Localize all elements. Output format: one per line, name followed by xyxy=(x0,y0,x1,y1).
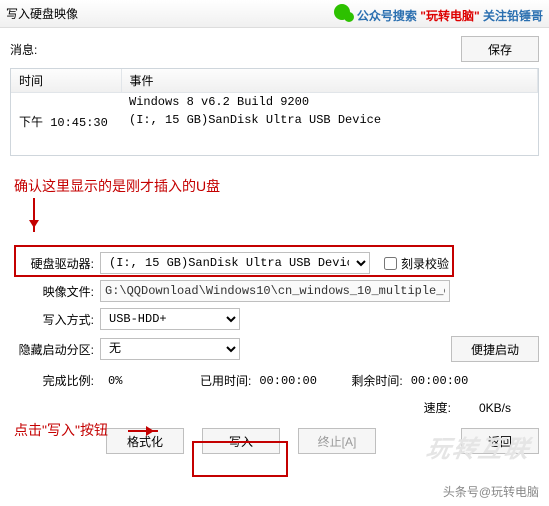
col-time: 时间 xyxy=(11,69,121,93)
col-event: 事件 xyxy=(121,69,538,93)
wechat-icon xyxy=(334,4,350,20)
annotation-confirm-usb: 确认这里显示的是刚才插入的U盘 xyxy=(14,176,220,196)
abort-button: 终止[A] xyxy=(298,428,376,454)
log-table: 时间 事件 Windows 8 v6.2 Build 9200 下午 10:45… xyxy=(10,68,539,156)
image-file-label: 映像文件: xyxy=(10,283,100,300)
arrow-right-icon xyxy=(128,430,158,432)
drive-select[interactable]: (I:, 15 GB)SanDisk Ultra USB Device xyxy=(100,252,370,274)
log-row: Windows 8 v6.2 Build 9200 xyxy=(11,93,538,112)
elapsed-value: 00:00:00 xyxy=(259,374,319,388)
drive-label: 硬盘驱动器: xyxy=(10,255,100,272)
write-mode-label: 写入方式: xyxy=(10,311,100,328)
portable-boot-button[interactable]: 便捷启动 xyxy=(451,336,539,362)
progress-done-label: 完成比例: xyxy=(10,372,100,389)
back-button[interactable]: 返回 xyxy=(461,428,539,454)
hidden-partition-select[interactable]: 无 xyxy=(100,338,240,360)
speed-value: 0KB/s xyxy=(479,401,539,415)
write-button[interactable]: 写入 xyxy=(202,428,280,454)
verify-checkbox-wrap[interactable]: 刻录校验 xyxy=(380,254,449,273)
progress-done-value: 0% xyxy=(108,374,168,388)
annotation-click-write: 点击"写入"按钮 xyxy=(14,420,108,440)
write-mode-select[interactable]: USB-HDD+ xyxy=(100,308,240,330)
remain-label: 剩余时间: xyxy=(351,372,402,389)
remain-value: 00:00:00 xyxy=(411,374,471,388)
arrow-down-icon xyxy=(33,198,35,232)
verify-checkbox[interactable] xyxy=(384,257,397,270)
elapsed-label: 已用时间: xyxy=(200,372,251,389)
verify-label: 刻录校验 xyxy=(401,255,449,272)
message-label: 消息: xyxy=(10,41,70,58)
hidden-partition-label: 隐藏启动分区: xyxy=(10,341,100,358)
image-file-input[interactable] xyxy=(100,280,450,302)
save-button[interactable]: 保存 xyxy=(461,36,539,62)
window-title: 写入硬盘映像 xyxy=(6,5,78,22)
log-row: 下午 10:45:30 (I:, 15 GB)SanDisk Ultra USB… xyxy=(11,111,538,132)
title-bar: 写入硬盘映像 公众号搜索 "玩转电脑" 关注铅锤哥 xyxy=(0,0,549,28)
footer-credit: 头条号@玩转电脑 xyxy=(443,483,539,500)
promo-text: 公众号搜索 "玩转电脑" 关注铅锤哥 xyxy=(334,4,543,24)
speed-label: 速度: xyxy=(424,399,451,416)
